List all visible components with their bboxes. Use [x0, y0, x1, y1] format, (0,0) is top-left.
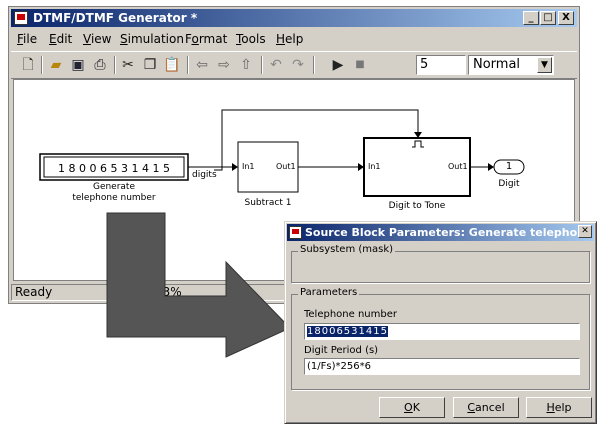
help-button[interactable]: Help — [526, 397, 592, 418]
dialog-titlebar[interactable]: Source Block Parameters: Generate teleph… — [287, 224, 594, 241]
dialog-title: Source Block Parameters: Generate teleph… — [305, 226, 594, 239]
simulink-app-icon — [289, 226, 302, 239]
parameters-group: Parameters Telephone number 18006531415 … — [291, 287, 590, 390]
dialog-close-button[interactable]: ✕ — [578, 225, 592, 238]
parameters-label: Parameters — [298, 287, 360, 298]
subsystem-mask-label: Subsystem (mask) — [298, 244, 396, 255]
telephone-number-input[interactable]: 18006531415 — [304, 323, 580, 340]
cancel-button[interactable]: Cancel — [453, 397, 519, 418]
block-parameters-dialog: Source Block Parameters: Generate teleph… — [284, 221, 597, 424]
telephone-number-value: 18006531415 — [307, 326, 388, 337]
digit-period-label: Digit Period (s) — [304, 345, 379, 356]
digit-period-input[interactable]: (1/Fs)*256*6 — [304, 358, 580, 375]
subsystem-mask-group: Subsystem (mask) — [291, 244, 590, 283]
ok-button[interactable]: OK — [379, 397, 445, 418]
telephone-number-label: Telephone number — [304, 309, 397, 320]
